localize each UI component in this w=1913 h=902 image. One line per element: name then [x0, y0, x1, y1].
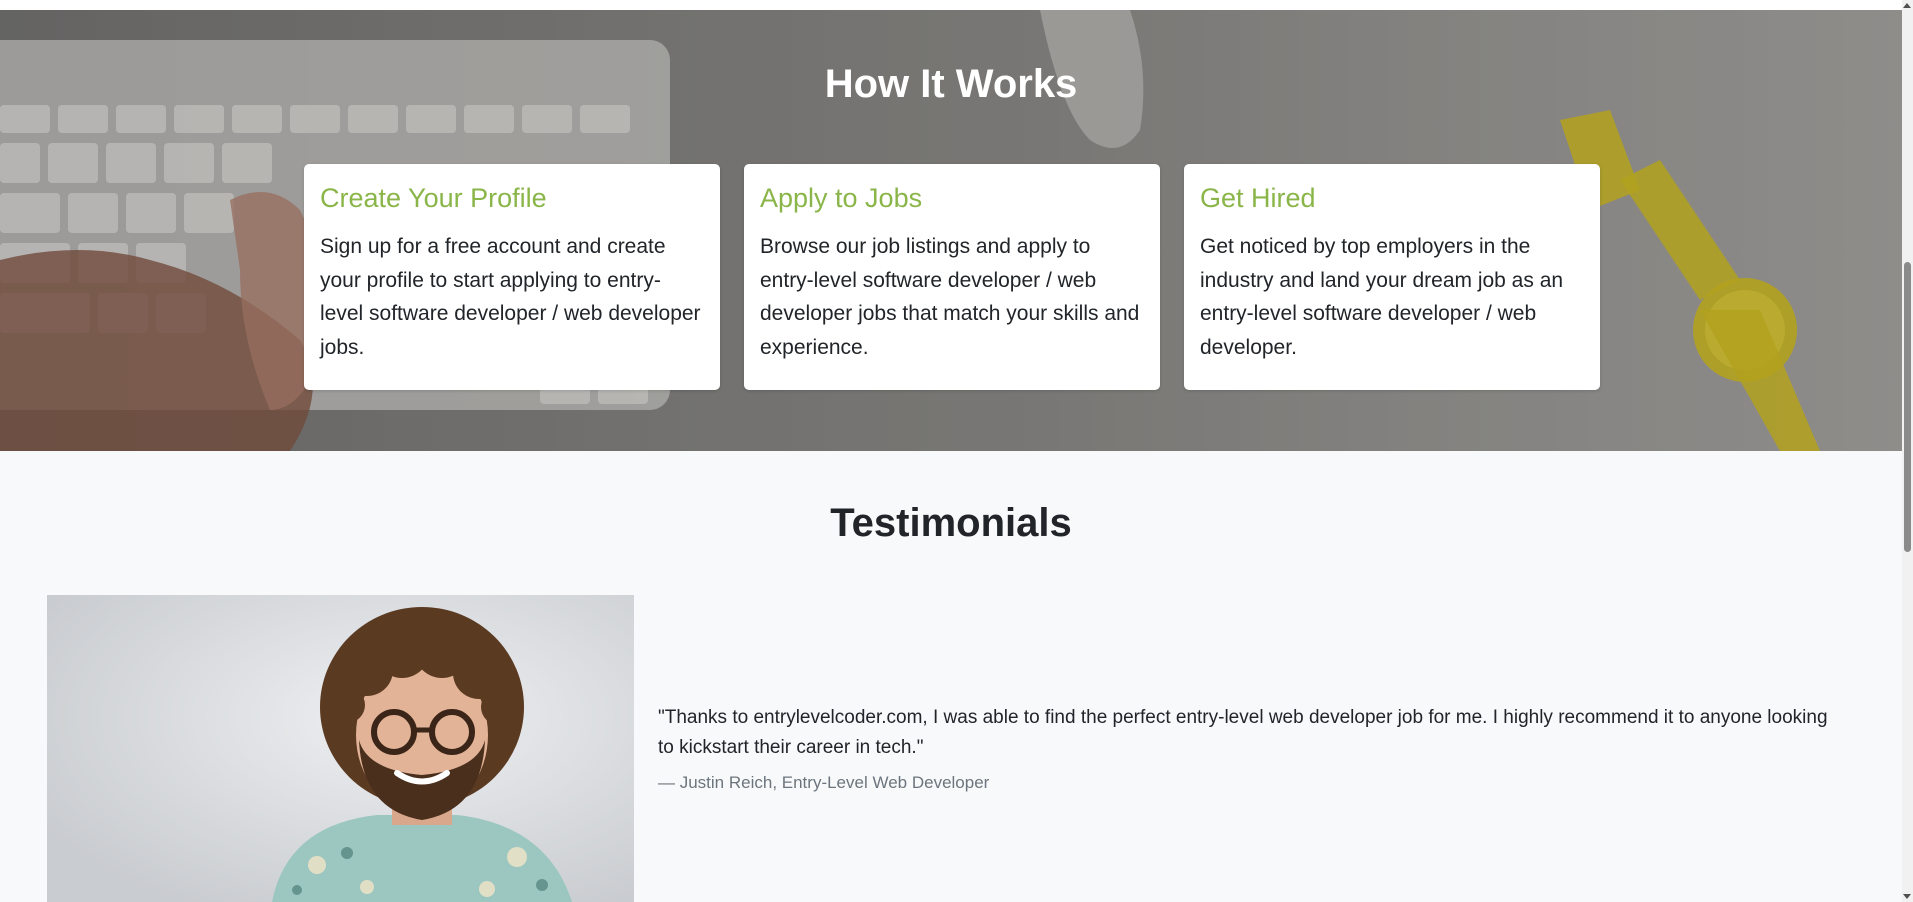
- how-it-works-section: How It Works Create Your Profile Sign up…: [0, 10, 1902, 451]
- testimonials-title: Testimonials: [830, 501, 1072, 545]
- step-title: Create Your Profile: [320, 183, 547, 213]
- testimonial-photo: [47, 595, 634, 902]
- step-text: Sign up for a free account and create yo…: [320, 235, 701, 359]
- steps-row: Create Your Profile Sign up for a free a…: [304, 164, 1600, 390]
- page-viewport: How It Works Create Your Profile Sign up…: [0, 0, 1913, 902]
- scroll-up-arrow-icon[interactable]: [1903, 3, 1911, 8]
- testimonials-section: Testimonials "Thanks to entrylevelcoder.…: [0, 451, 1902, 902]
- testimonial-quote: "Thanks to entrylevelcoder.com, I was ab…: [658, 707, 1828, 758]
- step-text: Browse our job listings and apply to ent…: [760, 235, 1140, 359]
- top-strip: [0, 0, 1902, 10]
- scrollbar-thumb[interactable]: [1904, 262, 1911, 552]
- step-title: Apply to Jobs: [760, 183, 923, 213]
- step-card-apply-to-jobs: Apply to Jobs Browse our job listings an…: [744, 164, 1160, 390]
- step-title: Get Hired: [1200, 183, 1316, 213]
- step-card-create-profile: Create Your Profile Sign up for a free a…: [304, 164, 720, 390]
- testimonial-body: "Thanks to entrylevelcoder.com, I was ab…: [658, 703, 1838, 795]
- how-it-works-title: How It Works: [824, 62, 1078, 106]
- step-card-get-hired: Get Hired Get noticed by top employers i…: [1184, 164, 1600, 390]
- testimonial-author: — Justin Reich, Entry-Level Web Develope…: [658, 773, 990, 792]
- step-text: Get noticed by top employers in the indu…: [1200, 235, 1564, 359]
- page-scrollbar[interactable]: [1902, 0, 1913, 902]
- person-portrait-image: [47, 595, 634, 902]
- scroll-down-arrow-icon[interactable]: [1903, 894, 1911, 899]
